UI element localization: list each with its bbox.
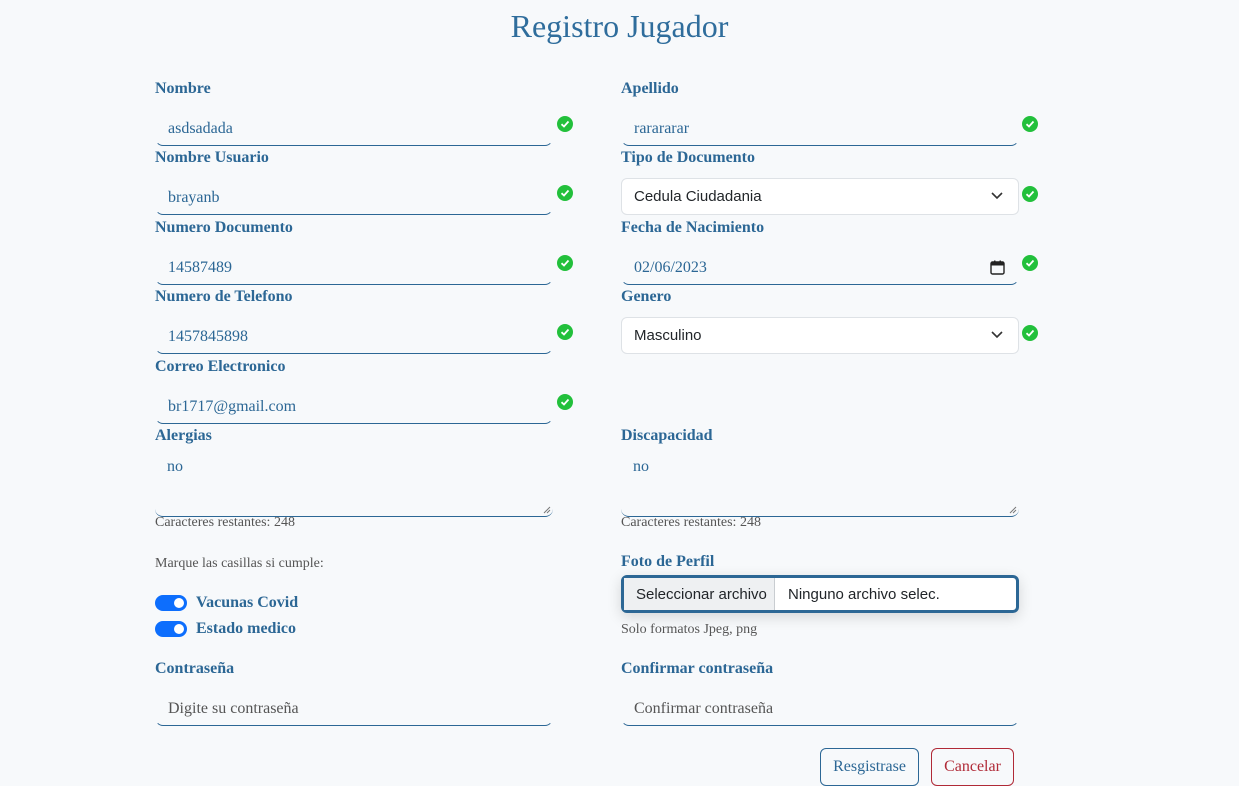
alergias-value: no bbox=[167, 458, 183, 475]
calendar-icon[interactable] bbox=[990, 260, 1005, 275]
select-file-button[interactable]: Seleccionar archivo bbox=[624, 578, 775, 610]
telefono-label: Numero de Telefono bbox=[155, 288, 293, 305]
fecha-label: Fecha de Nacimiento bbox=[621, 219, 765, 236]
nombre-valid-check-icon bbox=[557, 116, 573, 132]
checkbox-instruction: Marque las casillas si cumple: bbox=[155, 556, 324, 571]
discapacidad-value: no bbox=[633, 458, 649, 475]
fecha-value: 02/06/2023 bbox=[634, 259, 707, 276]
fecha-input[interactable]: 02/06/2023 bbox=[621, 251, 1019, 285]
apellido-valid-check-icon bbox=[1022, 116, 1038, 132]
num-doc-label: Numero Documento bbox=[155, 219, 293, 236]
genero-label: Genero bbox=[621, 288, 672, 305]
usuario-input[interactable]: brayanb bbox=[155, 181, 553, 215]
tipo-doc-value: Cedula Ciudadania bbox=[634, 188, 762, 205]
nombre-input[interactable]: asdsadada bbox=[155, 112, 553, 146]
estado-toggle[interactable] bbox=[155, 621, 187, 637]
page-title: Registro Jugador bbox=[510, 8, 729, 44]
confirmar-label: Confirmar contraseña bbox=[621, 660, 774, 677]
genero-value: Masculino bbox=[634, 327, 702, 344]
num-doc-valid-check-icon bbox=[557, 255, 573, 271]
genero-select[interactable]: Masculino bbox=[621, 317, 1019, 354]
telefono-input[interactable]: 1457845898 bbox=[155, 320, 553, 354]
tipo-doc-select[interactable]: Cedula Ciudadania bbox=[621, 178, 1019, 215]
alergias-label: Alergias bbox=[155, 427, 212, 444]
discapacidad-label: Discapacidad bbox=[621, 427, 713, 444]
alergias-counter: Caracteres restantes: 248 bbox=[155, 515, 295, 530]
nombre-label: Nombre bbox=[155, 80, 211, 97]
foto-label: Foto de Perfil bbox=[621, 553, 715, 570]
discapacidad-textarea[interactable]: no bbox=[621, 453, 1019, 517]
estado-label: Estado medico bbox=[196, 620, 296, 637]
correo-input[interactable]: br1717@gmail.com bbox=[155, 390, 553, 424]
tipo-doc-label: Tipo de Documento bbox=[621, 149, 755, 166]
vacunas-toggle[interactable] bbox=[155, 595, 187, 611]
telefono-valid-check-icon bbox=[557, 324, 573, 340]
cancel-button[interactable]: Cancelar bbox=[931, 748, 1014, 786]
correo-label: Correo Electronico bbox=[155, 358, 286, 375]
discapacidad-counter: Caracteres restantes: 248 bbox=[621, 515, 761, 530]
num-doc-input[interactable]: 14587489 bbox=[155, 251, 553, 285]
contrasena-input[interactable]: Digite su contraseña bbox=[155, 692, 553, 726]
foto-hint: Solo formatos Jpeg, png bbox=[621, 622, 758, 637]
foto-file-input[interactable]: Seleccionar archivo Ninguno archivo sele… bbox=[621, 575, 1019, 613]
apellido-input[interactable]: rarararar bbox=[621, 112, 1019, 146]
apellido-label: Apellido bbox=[621, 80, 679, 97]
chevron-down-icon bbox=[991, 192, 1003, 200]
vacunas-label: Vacunas Covid bbox=[196, 594, 299, 611]
chevron-down-icon bbox=[991, 331, 1003, 339]
contrasena-label: Contraseña bbox=[155, 660, 235, 677]
genero-valid-check-icon bbox=[1022, 325, 1038, 341]
resize-grip-icon[interactable] bbox=[542, 505, 551, 514]
fecha-valid-check-icon bbox=[1022, 255, 1038, 271]
usuario-label: Nombre Usuario bbox=[155, 149, 269, 166]
alergias-textarea[interactable]: no bbox=[155, 453, 553, 517]
usuario-valid-check-icon bbox=[557, 185, 573, 201]
correo-valid-check-icon bbox=[557, 394, 573, 410]
resize-grip-icon[interactable] bbox=[1008, 505, 1017, 514]
tipo-doc-valid-check-icon bbox=[1022, 186, 1038, 202]
confirmar-input[interactable]: Confirmar contraseña bbox=[621, 692, 1019, 726]
register-button[interactable]: Resgistrase bbox=[820, 748, 919, 786]
file-name: Ninguno archivo selec. bbox=[788, 586, 940, 603]
